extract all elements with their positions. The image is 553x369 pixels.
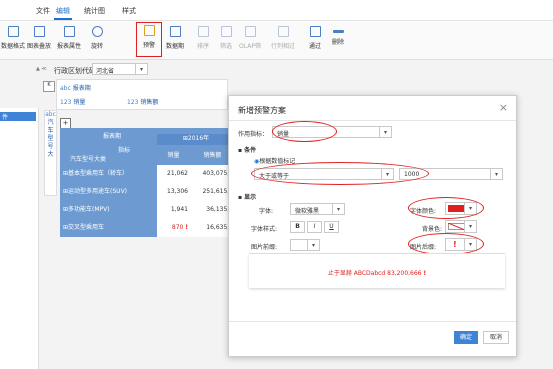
chevron-down-icon: ▾: [464, 221, 476, 232]
data-format-button[interactable]: 数据格式: [0, 24, 26, 56]
bg-color-label: 背景色:: [422, 226, 443, 233]
bg-color-picker[interactable]: ▾: [445, 220, 477, 233]
font-style-label: 字体样式:: [251, 226, 278, 233]
olap-icon: [244, 26, 256, 37]
divider: [229, 120, 516, 121]
delete-button[interactable]: 删除: [325, 24, 351, 56]
header-year[interactable]: ⊞2016年: [157, 134, 235, 145]
table-cell: 1,941: [157, 201, 190, 219]
pin-icon[interactable]: ▲ ≪: [36, 66, 47, 72]
grid-icon: [277, 26, 289, 37]
warning-dialog: 新增预警方案 × 作用指标： 销量 ▾ ▪ 条件 ◉根据数值标记 大于或等于 ▾…: [228, 95, 517, 357]
image-prefix-label: 图片前缀:: [251, 244, 278, 251]
highlight-oval: [251, 162, 429, 185]
left-panel-selected[interactable]: 件: [0, 112, 36, 121]
filter-button[interactable]: 筛选: [213, 24, 239, 56]
column-field[interactable]: abc 汽车型号大: [44, 110, 57, 196]
highlight-oval: [272, 121, 337, 142]
data-format-icon: [7, 26, 19, 37]
region-select[interactable]: 河北省 ▾: [92, 63, 148, 75]
field-sales[interactable]: 123 销量: [60, 97, 85, 106]
exclamation-icon: !: [423, 270, 427, 277]
filter-icon: [220, 26, 232, 37]
font-label: 字体:: [259, 208, 274, 215]
table-row-name[interactable]: ⊞多功能车(MPV): [60, 201, 157, 219]
table-row-name[interactable]: ⊞运动型多用途车(SUV): [60, 183, 157, 201]
left-panel: [0, 108, 39, 369]
ribbon-toolbar: 数据格式 图表叠放 报表属性 旋转 预警 数据期 排序 筛选 OLAP筛 行列相…: [0, 21, 553, 60]
pass-icon: [309, 26, 321, 37]
menu-chart[interactable]: 统计图: [84, 6, 105, 16]
chevron-down-icon: ▾: [379, 127, 391, 137]
italic-button[interactable]: I: [307, 221, 322, 233]
header-metric: 指标: [118, 147, 131, 154]
close-icon[interactable]: ×: [499, 101, 508, 114]
filter-label: 行政区划代码: [54, 67, 96, 75]
table-cell-warning: 870 !: [157, 219, 190, 237]
preview-box: 止于显赫 ABCDabcd 83,200,666 !: [249, 254, 505, 288]
olap-filter-button[interactable]: OLAP筛: [237, 24, 263, 56]
highlight-oval: [408, 233, 484, 255]
warning-button[interactable]: 预警: [136, 22, 162, 57]
image-prefix-select[interactable]: ▾: [290, 239, 320, 251]
row-col-button[interactable]: 行列相过: [270, 24, 296, 56]
warning-icon: [143, 25, 155, 36]
indicator-label: 作用指标：: [238, 131, 269, 138]
header-period: 报表期: [103, 133, 122, 140]
field-period[interactable]: abc 报表期: [60, 83, 91, 92]
table-row-name[interactable]: ⊞交叉型乘用车: [60, 219, 157, 237]
sort-icon: [197, 26, 209, 37]
rotate-icon: [91, 26, 103, 37]
ok-button[interactable]: 确定: [454, 331, 478, 344]
chevron-down-icon: ▾: [490, 169, 502, 179]
table-row-name[interactable]: ⊞基本型乘用车（轿车）: [60, 165, 157, 183]
field-amount[interactable]: 123 销售额: [127, 97, 158, 106]
table-cell: 13,306: [157, 183, 190, 201]
cancel-button[interactable]: 取消: [483, 331, 509, 344]
rotate-button[interactable]: 旋转: [84, 24, 110, 56]
menu-edit[interactable]: 编辑: [54, 6, 72, 20]
section-condition: ▪ 条件: [238, 147, 257, 154]
collapse-icon[interactable]: K: [43, 81, 55, 92]
section-display: ▪ 显示: [238, 194, 257, 201]
menu-bar: 文件 编辑 统计图 样式: [0, 0, 553, 21]
divider: [229, 321, 516, 322]
table-cell: 21,062: [157, 165, 190, 183]
menu-style[interactable]: 样式: [122, 6, 136, 16]
bold-button[interactable]: B: [290, 221, 305, 233]
calendar-icon: [169, 26, 181, 37]
header-col-sales: 销量: [167, 152, 180, 159]
underline-button[interactable]: U: [324, 221, 339, 233]
highlight-oval: [408, 197, 484, 219]
preview-text: 止于显赫 ABCDabcd 83,200,666 !: [327, 270, 427, 277]
chevron-down-icon: ▾: [332, 204, 344, 214]
props-icon: [63, 26, 75, 37]
menu-file[interactable]: 文件: [36, 6, 50, 16]
font-select[interactable]: 微软雅黑 ▾: [290, 203, 345, 215]
chevron-down-icon: ▾: [307, 240, 319, 250]
chart-icon: [33, 26, 45, 37]
report-props-button[interactable]: 报表属性: [56, 24, 82, 56]
no-color-icon: [448, 223, 465, 230]
field-area: K abc 报表期 123 销量 123 销售额: [43, 79, 228, 110]
chart-stack-button[interactable]: 图表叠放: [26, 24, 52, 56]
header-dim: 汽车型号大类: [70, 156, 107, 163]
exclamation-icon: !: [185, 224, 188, 231]
data-period-button[interactable]: 数据期: [162, 24, 188, 56]
dialog-title: 新增预警方案: [238, 106, 286, 115]
filter-bar: ▲ ≪ 行政区划代码 河北省 ▾: [0, 60, 553, 78]
minus-icon: [332, 30, 344, 33]
chevron-down-icon: ▾: [135, 64, 147, 74]
